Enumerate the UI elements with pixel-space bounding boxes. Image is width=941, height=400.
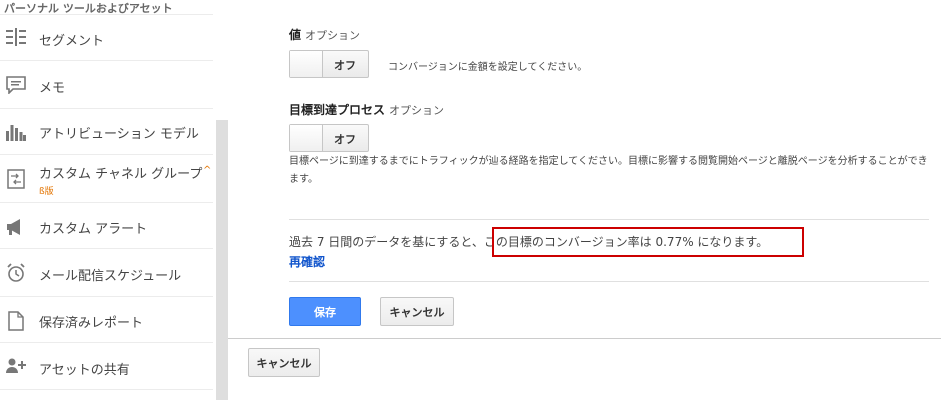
- divider: [228, 338, 941, 339]
- sidebar-item-attribution-models[interactable]: アトリビューション モデル: [0, 110, 213, 155]
- sidebar-item-custom-channel-groups[interactable]: カスタム チャネル グループ ß版 ^: [0, 156, 213, 203]
- channel-icon: [5, 168, 27, 190]
- chevron-up-icon: ^: [203, 165, 212, 176]
- sidebar-item-label: セグメント: [39, 34, 105, 49]
- beta-badge: ß版: [39, 187, 54, 197]
- funnel-description: 目標ページに到達するまでにトラフィックが辿る経路を指定してください。目標に影響す…: [289, 156, 928, 185]
- value-field-title: 値オプション: [289, 26, 360, 43]
- sidebar-item-label: メモ: [39, 81, 66, 96]
- sidebar-item-label: カスタム チャネル グループ: [39, 167, 203, 182]
- bar-chart-icon: [5, 121, 27, 143]
- sidebar-item-email-schedules[interactable]: メール配信スケジュール: [0, 250, 213, 297]
- toggle-state: オフ: [334, 133, 356, 146]
- document-icon: [5, 310, 27, 332]
- outer-cancel-button[interactable]: キャンセル: [248, 348, 320, 377]
- funnel-field-title: 目標到達プロセス オプション: [289, 101, 444, 118]
- save-button[interactable]: 保存: [289, 297, 361, 326]
- sidebar-item-label: アトリビューション モデル: [39, 127, 199, 142]
- sidebar-item-label: メール配信スケジュール: [39, 269, 182, 284]
- toggle-knob: [290, 125, 323, 151]
- sidebar-scrollbar[interactable]: [216, 120, 228, 400]
- memo-icon: [5, 74, 27, 96]
- sidebar-item-label: アセットの共有: [39, 363, 130, 378]
- divider: [289, 281, 929, 282]
- recheck-link[interactable]: 再確認: [289, 253, 325, 270]
- optional-label: オプション: [389, 104, 445, 117]
- divider: [289, 219, 929, 220]
- value-hint: コンバージョンに金額を設定してください。: [388, 62, 588, 73]
- funnel-title-text: 目標到達プロセス: [289, 103, 386, 117]
- megaphone-icon: [5, 216, 27, 238]
- sidebar-item-saved-reports[interactable]: 保存済みレポート: [0, 298, 213, 343]
- sidebar-item-label: 保存済みレポート: [39, 316, 144, 331]
- estimate-highlighted: この目標のコンバージョン率は 0.77% になります。: [483, 235, 769, 249]
- sidebar-item-memo[interactable]: メモ: [0, 62, 213, 109]
- toggle-knob: [290, 51, 323, 77]
- add-person-icon: [5, 355, 27, 377]
- sidebar-item-segments[interactable]: セグメント: [0, 15, 213, 61]
- optional-label: オプション: [305, 29, 361, 42]
- cancel-button[interactable]: キャンセル: [380, 297, 454, 326]
- segment-icon: [5, 26, 27, 48]
- value-toggle[interactable]: オフ: [289, 50, 369, 78]
- sidebar: パーソナル ツールおよびアセット セグメント メモ アトリビューション モデル …: [0, 0, 213, 400]
- sidebar-item-label: カスタム アラート: [39, 222, 148, 237]
- sidebar-item-custom-alerts[interactable]: カスタム アラート: [0, 204, 213, 249]
- value-title-text: 値: [289, 28, 302, 42]
- sidebar-item-share-assets[interactable]: アセットの共有: [0, 344, 213, 390]
- alarm-clock-icon: [5, 262, 27, 284]
- funnel-toggle[interactable]: オフ: [289, 124, 369, 152]
- toggle-state: オフ: [334, 59, 356, 72]
- conversion-estimate: 過去 7 日間のデータを基にすると、この目標のコンバージョン率は 0.77% に…: [289, 233, 768, 250]
- estimate-prefix: 過去 7 日間のデータを基にすると、: [289, 235, 484, 249]
